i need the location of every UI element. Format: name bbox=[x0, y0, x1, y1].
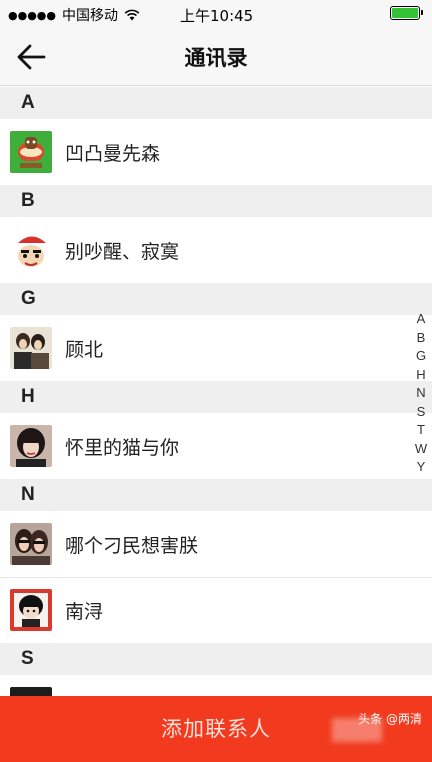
avatar bbox=[10, 327, 52, 369]
index-letter-a[interactable]: A bbox=[417, 310, 426, 329]
index-letter-s[interactable]: S bbox=[417, 403, 426, 422]
contact-name: 别吵醒、寂寞 bbox=[65, 240, 180, 263]
page-title: 通讯录 bbox=[184, 46, 248, 70]
signal-strength-icon: ●●●●● bbox=[8, 8, 56, 22]
contact-name: 顾北 bbox=[65, 338, 104, 361]
add-contact-button[interactable]: 添加联系人 头条 @两清 bbox=[0, 696, 432, 762]
index-letter-n[interactable]: N bbox=[416, 384, 425, 403]
contact-name: 怀里的猫与你 bbox=[65, 436, 180, 459]
contact-row[interactable]: 怀里的猫与你 bbox=[0, 413, 432, 479]
index-letter-w[interactable]: W bbox=[415, 440, 427, 459]
section-header-h: H bbox=[0, 381, 432, 413]
watermark: 头条 @两清 bbox=[358, 712, 422, 726]
battery-level bbox=[392, 8, 418, 18]
wifi-icon bbox=[124, 9, 140, 21]
contact-row[interactable]: 南浔 bbox=[0, 577, 432, 643]
battery-icon bbox=[390, 6, 423, 20]
contact-row[interactable]: 凹凸曼先森 bbox=[0, 119, 432, 185]
contact-name: 南浔 bbox=[65, 600, 104, 623]
section-header-g: G bbox=[0, 283, 432, 315]
carrier-label: 中国移动 bbox=[62, 8, 118, 24]
index-letter-b[interactable]: B bbox=[417, 329, 426, 348]
section-header-b: B bbox=[0, 185, 432, 217]
status-time: 上午10:45 bbox=[180, 7, 254, 25]
section-header-s: S bbox=[0, 643, 432, 675]
contact-row[interactable]: 别吵醒、寂寞 bbox=[0, 217, 432, 283]
section-header-a: A bbox=[0, 87, 432, 119]
status-bar: ●●●●● 中国移动 上午10:45 bbox=[0, 0, 432, 28]
index-letter-g[interactable]: G bbox=[416, 347, 426, 366]
contact-list: A 凹凸曼先森 B 别吵醒、寂寞 G 顾北 H 怀里的猫与你 N 哪个刁民想害朕… bbox=[0, 87, 432, 741]
avatar bbox=[10, 589, 52, 631]
avatar bbox=[10, 229, 52, 271]
add-contact-label: 添加联系人 bbox=[161, 717, 271, 741]
contact-row[interactable]: 顾北 bbox=[0, 315, 432, 381]
alphabet-index[interactable]: A B G H N S T W Y bbox=[414, 310, 428, 477]
section-header-n: N bbox=[0, 479, 432, 511]
index-letter-t[interactable]: T bbox=[417, 421, 425, 440]
index-letter-y[interactable]: Y bbox=[417, 458, 426, 477]
avatar bbox=[10, 523, 52, 565]
status-left: ●●●●● 中国移动 bbox=[8, 5, 140, 25]
index-letter-h[interactable]: H bbox=[416, 366, 425, 385]
contact-name: 凹凸曼先森 bbox=[65, 142, 161, 165]
contact-row[interactable]: 哪个刁民想害朕 bbox=[0, 511, 432, 577]
avatar bbox=[10, 131, 52, 173]
nav-bar: 通讯录 bbox=[0, 28, 432, 86]
contact-name: 哪个刁民想害朕 bbox=[65, 534, 199, 557]
avatar bbox=[10, 425, 52, 467]
